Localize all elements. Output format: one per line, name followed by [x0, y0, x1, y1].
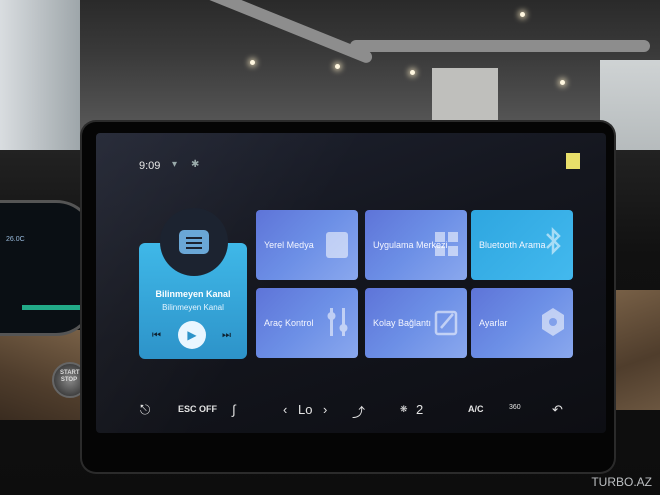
hexagon-settings-icon — [542, 308, 564, 336]
bluetooth-phone-icon — [546, 226, 561, 256]
showroom-window — [0, 0, 80, 160]
tile-yerel-medya[interactable]: Yerel Medya — [256, 210, 358, 280]
apps-grid-icon — [435, 232, 458, 256]
temp-up-icon[interactable]: › — [323, 402, 327, 417]
tile-ayarlar[interactable]: Ayarlar — [471, 288, 573, 358]
play-button[interactable]: ▶ — [178, 321, 206, 349]
fan-icon[interactable]: ❋ — [400, 404, 408, 415]
tile-arac-kontrol[interactable]: Araç Kontrol — [256, 288, 358, 358]
recirculation-button[interactable]: 360 — [509, 404, 521, 411]
airflow-icon[interactable]: ⤴ — [352, 402, 365, 421]
status-time: 9:09 — [139, 160, 161, 172]
tile-label: Bluetooth Arama — [479, 240, 546, 250]
tile-label: Ayarlar — [479, 318, 508, 328]
watermark: TURBO.AZ — [591, 475, 652, 489]
temp-down-icon[interactable]: ‹ — [283, 402, 287, 417]
ac-button[interactable]: A/C — [468, 404, 484, 414]
cluster-readout: 26.0C — [6, 236, 25, 243]
ceiling-lamp — [410, 70, 415, 75]
ceiling-lamp — [335, 64, 340, 69]
radio-icon — [179, 230, 209, 254]
media-icon — [326, 232, 348, 258]
cluster-bar — [22, 305, 82, 310]
ceiling-duct — [350, 40, 650, 52]
play-icon: ▶ — [187, 328, 197, 342]
tile-label: Yerel Medya — [264, 240, 314, 250]
link-icon — [434, 310, 458, 336]
showroom-ceiling — [0, 0, 660, 135]
next-icon[interactable]: ⏭ — [222, 330, 231, 341]
seat-heater-icon[interactable]: ∫ — [232, 402, 236, 417]
ceiling-lamp — [250, 60, 255, 65]
sliders-icon — [327, 308, 348, 336]
protective-sticker — [566, 153, 580, 169]
back-icon[interactable]: ↶ — [552, 402, 563, 418]
previous-icon[interactable]: ⏮ — [152, 330, 161, 341]
tile-bluetooth-arama[interactable]: Bluetooth Arama — [471, 210, 573, 280]
tile-label: Araç Kontrol — [264, 318, 314, 328]
tile-kolay-baglanti[interactable]: Kolay Bağlantı — [365, 288, 467, 358]
temperature-value: Lo — [298, 402, 313, 417]
media-subtitle: Bilinmeyen Kanal — [162, 303, 224, 312]
wifi-icon: ▾ — [172, 159, 178, 170]
media-title: Bilinmeyen Kanal — [155, 289, 231, 299]
fan-level: 2 — [416, 402, 424, 417]
traction-icon[interactable]: ⎋ — [140, 402, 150, 418]
ceiling-lamp — [560, 80, 565, 85]
bluetooth-icon: ✱ — [191, 159, 200, 170]
ceiling-lamp — [520, 12, 525, 17]
tile-label: Kolay Bağlantı — [373, 318, 432, 328]
start-stop-label: START STOP — [60, 370, 80, 383]
tile-uygulama-merkezi[interactable]: Uygulama Merkezi — [365, 210, 467, 280]
radio-icon-badge — [160, 208, 228, 276]
esc-off-button[interactable]: ESC OFF — [178, 404, 217, 414]
